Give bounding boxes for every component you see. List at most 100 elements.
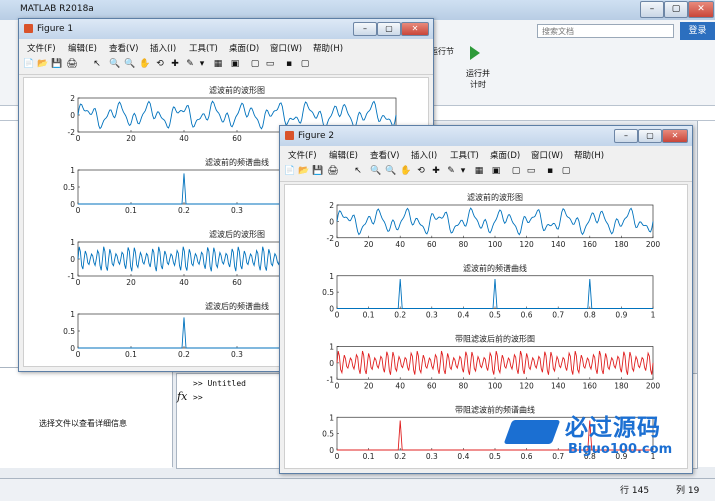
legend-icon[interactable]: ▢ (249, 59, 261, 70)
run-and-time-button[interactable]: 运行并 计时 (459, 68, 497, 90)
menu-item-7[interactable]: 帮助(H) (313, 42, 343, 54)
hide-icon[interactable]: ▪ (283, 59, 295, 70)
open-icon[interactable]: 📂 (37, 59, 49, 70)
maximize-button[interactable]: ▢ (664, 1, 688, 18)
rotate-icon[interactable]: ⟲ (415, 166, 427, 177)
watermark-logo: 必过源码 Biguo100.com (500, 408, 696, 468)
menu-item-4[interactable]: 工具(T) (189, 42, 218, 54)
x-tick-label: 140 (551, 381, 566, 390)
x-tick-label: 0 (76, 278, 81, 287)
data-cursor-icon[interactable]: ✚ (430, 166, 442, 177)
x-tick-label: 1 (651, 311, 656, 320)
menu-item-7[interactable]: 帮助(H) (574, 149, 604, 161)
zoom-out-icon[interactable]: 🔍 (124, 59, 136, 70)
rotate-icon[interactable]: ⟲ (154, 59, 166, 70)
y-tick-label: 0 (329, 305, 334, 314)
data-cursor-icon[interactable]: ✚ (169, 59, 181, 70)
zoom-in-icon[interactable]: 🔍 (370, 166, 382, 177)
watermark-url: Biguo100.com (568, 442, 673, 457)
menu-item-0[interactable]: 文件(F) (288, 149, 317, 161)
status-bar: 行 145 列 19 (0, 478, 715, 501)
print-icon[interactable]: 🖨 (66, 59, 78, 70)
x-tick-label: 0.4 (457, 311, 469, 320)
figure-1-maximize-button[interactable]: ▢ (377, 22, 401, 36)
menu-item-1[interactable]: 编辑(E) (68, 42, 97, 54)
minimize-button[interactable]: – (640, 1, 664, 18)
menu-item-5[interactable]: 桌面(D) (490, 149, 520, 161)
y-tick-label: 0 (70, 255, 75, 264)
matlab-figure-icon (24, 24, 33, 33)
x-tick-label: 0 (335, 311, 340, 320)
colorbar-icon[interactable]: ▣ (490, 166, 502, 177)
menu-item-0[interactable]: 文件(F) (27, 42, 56, 54)
figure-1-menubar: 文件(F) 编辑(E) 查看(V) 插入(I) 工具(T) 桌面(D) 窗口(W) 帮助(H) (19, 39, 433, 55)
zoom-out-icon[interactable]: 🔍 (385, 166, 397, 177)
hide-icon[interactable]: ▪ (544, 166, 556, 177)
subplot-2: 带阻滤波后前的波形图0 20 40 60 80 100 120 140 160 180 20010-… (327, 334, 661, 391)
command-history-line: >> Untitled (193, 379, 246, 388)
login-button[interactable]: 登录 (680, 22, 715, 40)
figure-2-menubar: 文件(F) 编辑(E) 查看(V) 插入(I) 工具(T) 桌面(D) 窗口(W) 帮助(H) (280, 146, 692, 162)
x-tick-label: 40 (395, 381, 405, 390)
brush-icon[interactable]: ✎ (184, 59, 196, 70)
grid-icon[interactable]: ▭ (525, 166, 537, 177)
x-tick-label: 0.6 (521, 311, 533, 320)
x-tick-label: 40 (179, 278, 189, 287)
figure-1-toolbar: 📄 📂 💾 🖨 ↖ 🔍 🔍 ✋ ⟲ ✚ ✎ ▾ ▦ ▣ ▢ ▭ ▪ ▢ (19, 56, 433, 75)
x-tick-label: 0 (335, 240, 340, 249)
menu-item-1[interactable]: 编辑(E) (329, 149, 358, 161)
x-tick-label: 0.3 (231, 206, 243, 215)
link-icon[interactable]: ▦ (212, 59, 224, 70)
brush-icon[interactable]: ✎ (445, 166, 457, 177)
x-tick-label: 0.2 (178, 350, 190, 359)
y-tick-label: -1 (68, 272, 76, 281)
y-tick-label: 0 (70, 111, 75, 120)
menu-item-5[interactable]: 桌面(D) (229, 42, 259, 54)
y-tick-label: 2 (329, 201, 334, 210)
new-file-icon[interactable]: 📄 (23, 59, 35, 70)
figure-2-maximize-button[interactable]: ▢ (638, 129, 662, 143)
x-tick-label: 20 (364, 240, 374, 249)
pan-icon[interactable]: ✋ (400, 166, 412, 177)
close-button[interactable]: ✕ (688, 1, 714, 18)
link-icon[interactable]: ▦ (473, 166, 485, 177)
menu-item-6[interactable]: 窗口(W) (270, 42, 302, 54)
menu-item-4[interactable]: 工具(T) (450, 149, 479, 161)
figure-2-close-button[interactable]: ✕ (662, 129, 688, 143)
x-tick-label: 0.3 (426, 311, 438, 320)
command-prompt[interactable]: >> (193, 393, 203, 402)
pointer-icon[interactable]: ↖ (352, 166, 364, 177)
menu-item-2[interactable]: 查看(V) (370, 149, 399, 161)
pan-icon[interactable]: ✋ (139, 59, 151, 70)
fx-icon[interactable]: fx (177, 390, 187, 403)
zoom-in-icon[interactable]: 🔍 (109, 59, 121, 70)
y-tick-label: 0 (70, 200, 75, 209)
print-icon[interactable]: 🖨 (327, 166, 339, 177)
dock-icon[interactable]: ▢ (299, 59, 311, 70)
dropdown-icon[interactable]: ▾ (196, 59, 208, 70)
open-icon[interactable]: 📂 (298, 166, 310, 177)
figure-1-close-button[interactable]: ✕ (401, 22, 429, 36)
subplot-title: 滤波前的波形图 (209, 85, 265, 95)
figure-2-minimize-button[interactable]: – (614, 129, 638, 143)
dock-icon[interactable]: ▢ (560, 166, 572, 177)
grid-icon[interactable]: ▭ (264, 59, 276, 70)
new-file-icon[interactable]: 📄 (284, 166, 296, 177)
save-icon[interactable]: 💾 (51, 59, 63, 70)
dropdown-icon[interactable]: ▾ (457, 166, 469, 177)
save-icon[interactable]: 💾 (312, 166, 324, 177)
menu-item-2[interactable]: 查看(V) (109, 42, 138, 54)
x-tick-label: 60 (232, 278, 242, 287)
x-tick-label: 0.3 (426, 452, 438, 461)
legend-icon[interactable]: ▢ (510, 166, 522, 177)
menu-item-3[interactable]: 插入(I) (411, 149, 437, 161)
search-input[interactable]: 搜索文档 (537, 24, 674, 38)
figure-1-minimize-button[interactable]: – (353, 22, 377, 36)
x-tick-label: 0 (76, 350, 81, 359)
colorbar-icon[interactable]: ▣ (229, 59, 241, 70)
menu-item-3[interactable]: 插入(I) (150, 42, 176, 54)
menu-item-6[interactable]: 窗口(W) (531, 149, 563, 161)
y-tick-label: 1 (329, 272, 334, 281)
pointer-icon[interactable]: ↖ (91, 59, 103, 70)
workspace-pane[interactable] (697, 121, 715, 467)
